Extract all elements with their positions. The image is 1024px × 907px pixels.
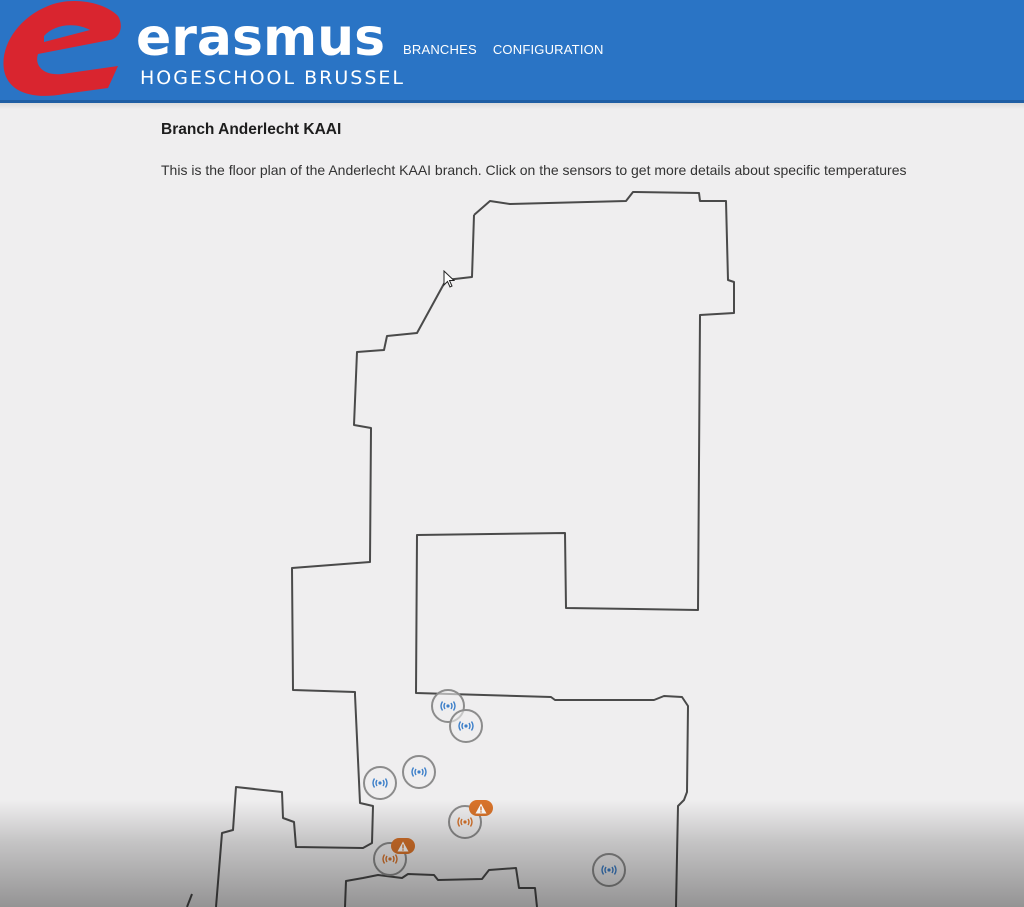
warning-triangle-icon xyxy=(391,838,415,854)
floor-plan-outline-upper xyxy=(415,191,735,907)
floor-plan-outline-left xyxy=(215,214,475,907)
wireless-signal-icon xyxy=(457,817,473,827)
sensor-marker[interactable] xyxy=(449,709,483,743)
wireless-signal-icon xyxy=(372,778,388,788)
app-page: erasmus HOGESCHOOL BRUSSEL BRANCHES CONF… xyxy=(0,0,1024,907)
wireless-signal-icon xyxy=(601,865,617,875)
sensor-marker[interactable] xyxy=(592,853,626,887)
floor-plan-outline-lower xyxy=(344,867,538,907)
floor-plan-outline-bottom-left xyxy=(186,893,193,907)
sensor-marker[interactable] xyxy=(402,755,436,789)
wireless-signal-icon xyxy=(440,701,456,711)
floor-plan xyxy=(186,191,735,907)
wireless-signal-icon xyxy=(411,767,427,777)
wireless-signal-icon xyxy=(382,854,398,864)
warning-triangle-icon xyxy=(469,800,493,816)
sensor-marker[interactable] xyxy=(363,766,397,800)
mouse-pointer-icon xyxy=(443,270,455,288)
wireless-signal-icon xyxy=(458,721,474,731)
